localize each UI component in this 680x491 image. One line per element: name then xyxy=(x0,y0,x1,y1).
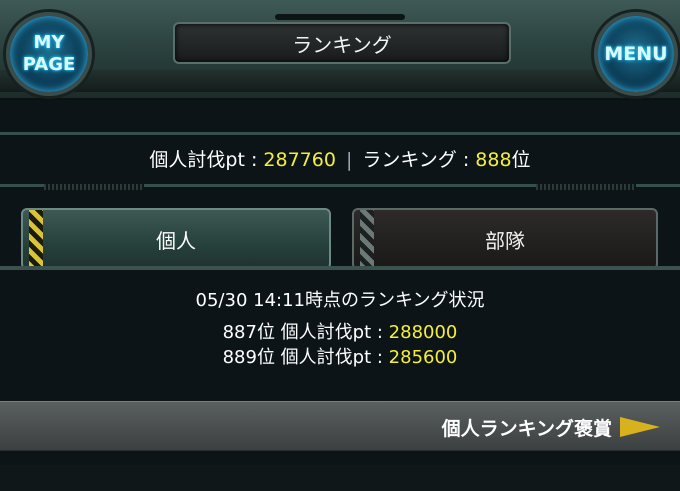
status-summary: 個人討伐pt : 287760 | ランキング : 888位 xyxy=(0,145,680,172)
neighbor-points: 285600 xyxy=(388,347,458,368)
points-label: 個人討伐pt : xyxy=(149,149,264,171)
page-title: ランキング xyxy=(173,22,511,64)
ranking-reward-label: 個人ランキング褒賞 xyxy=(441,418,612,440)
tab-squad-label: 部隊 xyxy=(485,228,525,253)
menu-button[interactable]: MENU xyxy=(594,12,678,96)
rank-value: 888 xyxy=(475,149,512,171)
rank-label: ランキング : xyxy=(362,149,476,171)
status-divider-top xyxy=(0,132,680,135)
status-separator: | xyxy=(345,149,353,171)
header-decoration xyxy=(275,14,405,20)
mypage-button[interactable]: MY PAGE xyxy=(6,12,92,96)
neighbor-rank-text: 887位 個人討伐pt : xyxy=(222,322,389,343)
mypage-label-line2: PAGE xyxy=(22,54,76,75)
menu-label: MENU xyxy=(604,43,668,65)
arrow-right-icon xyxy=(620,417,660,437)
ranking-timestamp: 05/30 14:11時点のランキング状況 xyxy=(195,290,485,311)
tab-individual-label: 個人 xyxy=(156,228,196,253)
bottom-area xyxy=(0,465,680,491)
points-value: 287760 xyxy=(263,149,336,171)
ranking-reward-button[interactable]: 個人ランキング褒賞 xyxy=(0,401,680,451)
header-bar: ランキング xyxy=(0,0,680,100)
neighbor-rank-above: 887位 個人討伐pt : 288000 xyxy=(0,318,680,344)
hazard-stripe xyxy=(29,210,43,268)
rank-suffix: 位 xyxy=(511,149,531,171)
mypage-label-line1: MY xyxy=(33,32,65,53)
hazard-stripe xyxy=(360,210,374,268)
grille-left xyxy=(44,184,144,190)
tab-individual[interactable]: 個人 xyxy=(21,208,331,270)
neighbor-points: 288000 xyxy=(388,322,458,343)
neighbor-rank-below: 889位 個人討伐pt : 285600 xyxy=(0,343,680,369)
tab-underline xyxy=(0,266,680,270)
grille-right xyxy=(536,184,636,190)
neighbor-rank-text: 889位 個人討伐pt : xyxy=(222,347,389,368)
tab-squad[interactable]: 部隊 xyxy=(352,208,658,270)
